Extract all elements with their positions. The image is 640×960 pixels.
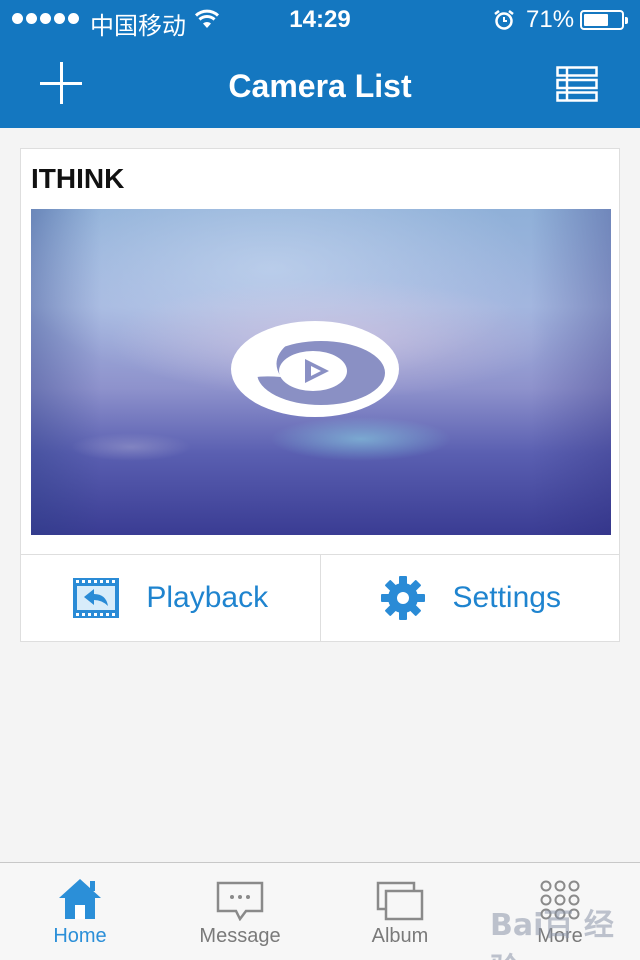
album-icon: [376, 881, 424, 921]
tab-album[interactable]: Album: [320, 863, 480, 960]
list-view-icon[interactable]: [556, 66, 598, 102]
battery-tip: [625, 17, 628, 24]
tab-home[interactable]: Home: [0, 863, 160, 960]
gear-icon: [380, 576, 425, 620]
watermark: Bai百 经验: [490, 908, 614, 960]
message-icon: [216, 881, 264, 921]
playback-button[interactable]: Playback: [21, 555, 320, 641]
page-title: Camera List: [228, 68, 412, 104]
battery-percent: 71%: [526, 6, 575, 33]
camera-name: ITHINK: [31, 163, 125, 194]
battery-icon: [580, 10, 628, 30]
tab-home-label: Home: [53, 925, 107, 947]
camera-preview[interactable]: [31, 209, 611, 535]
playback-icon: [73, 578, 120, 618]
app-header: 中国移动 14:29 71% Camera List: [0, 0, 640, 128]
playback-label: Playback: [146, 581, 269, 614]
camera-card: ITHINK Playback Settings: [20, 148, 620, 642]
status-bar: 中国移动 14:29 71%: [0, 0, 640, 40]
settings-button[interactable]: Settings: [319, 555, 620, 641]
tab-album-label: Album: [371, 925, 429, 947]
alarm-icon: [494, 10, 514, 30]
tab-message[interactable]: Message: [160, 863, 320, 960]
camera-actions: Playback Settings: [21, 554, 619, 641]
battery-fill: [584, 14, 609, 26]
home-icon: [59, 879, 101, 919]
play-logo-icon[interactable]: [229, 319, 401, 419]
settings-label: Settings: [452, 581, 561, 614]
tab-message-label: Message: [199, 925, 281, 947]
